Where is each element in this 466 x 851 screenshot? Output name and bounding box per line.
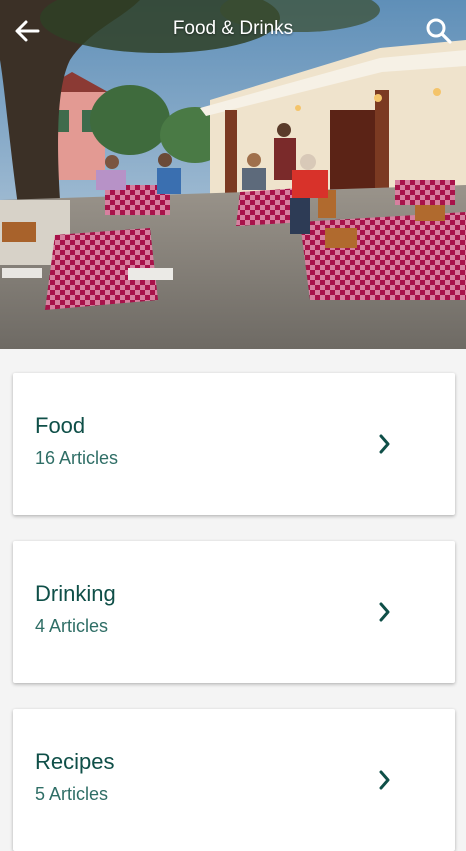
search-button[interactable] (422, 14, 456, 48)
search-icon (426, 18, 452, 44)
category-card-recipes[interactable]: Recipes 5 Articles (13, 709, 455, 851)
article-count: 4 Articles (35, 616, 109, 636)
category-card-food[interactable]: Food 16 Articles (13, 373, 455, 515)
app-bar: Food & Drinks (0, 0, 466, 62)
page-title: Food & Drinks (172, 18, 294, 39)
article-count: 16 Articles (35, 448, 119, 468)
chevron-right-icon (379, 770, 390, 790)
category-card-drinking[interactable]: Drinking 4 Articles (13, 541, 455, 683)
category-name: Drinking (35, 581, 116, 606)
chevron-right-icon (379, 602, 390, 622)
category-name: Recipes (35, 749, 115, 774)
article-count: 5 Articles (35, 784, 109, 804)
category-name: Food (35, 413, 86, 438)
chevron-right-icon (379, 434, 390, 454)
